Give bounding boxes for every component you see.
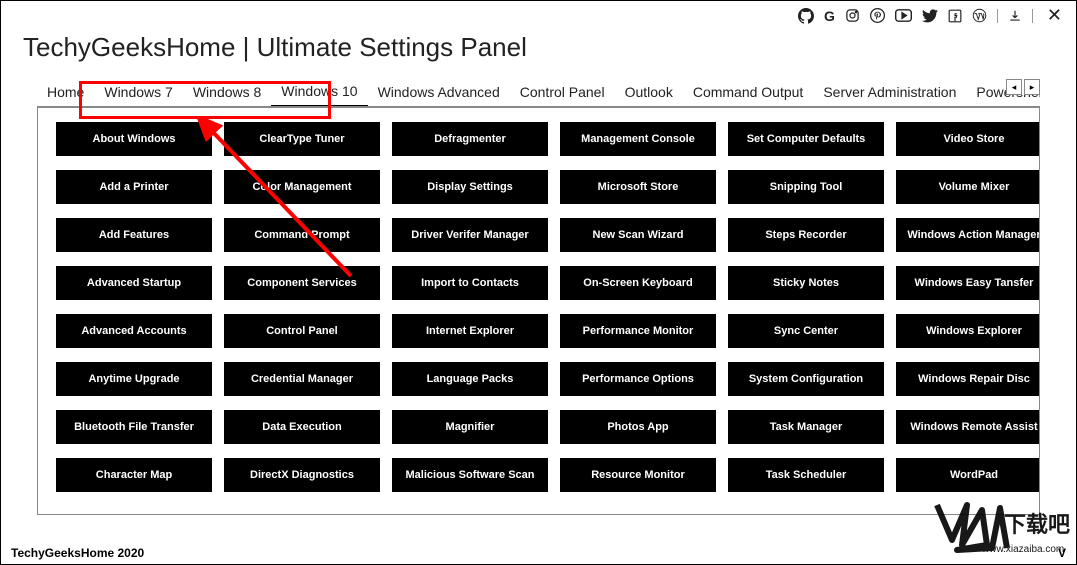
tile-microsoft-store[interactable]: Microsoft Store	[560, 170, 716, 204]
pinterest-icon[interactable]	[870, 8, 885, 23]
tile-cleartype-tuner[interactable]: ClearType Tuner	[224, 122, 380, 156]
tab-windows-8[interactable]: Windows 8	[183, 78, 271, 106]
tile-windows-action-manager[interactable]: Windows Action Manager	[896, 218, 1040, 252]
tab-windows-10[interactable]: Windows 10	[271, 77, 367, 107]
tab-scroll-right[interactable]: ▸	[1024, 79, 1040, 95]
tile-windows-easy-tansfer[interactable]: Windows Easy Tansfer	[896, 266, 1040, 300]
tile-add-a-printer[interactable]: Add a Printer	[56, 170, 212, 204]
youtube-icon[interactable]	[895, 9, 912, 22]
tile-on-screen-keyboard[interactable]: On-Screen Keyboard	[560, 266, 716, 300]
tile-defragmenter[interactable]: Defragmenter	[392, 122, 548, 156]
wordpress-icon[interactable]	[972, 8, 987, 23]
tile-language-packs[interactable]: Language Packs	[392, 362, 548, 396]
tile-internet-explorer[interactable]: Internet Explorer	[392, 314, 548, 348]
tile-magnifier[interactable]: Magnifier	[392, 410, 548, 444]
tile-wordpad[interactable]: WordPad	[896, 458, 1040, 492]
divider	[1032, 9, 1033, 23]
tile-windows-remote-assist[interactable]: Windows Remote Assist	[896, 410, 1040, 444]
content-panel: About Windows ClearType Tuner Defragmenter…	[37, 107, 1040, 515]
tile-snipping-tool[interactable]: Snipping Tool	[728, 170, 884, 204]
tab-home[interactable]: Home	[37, 78, 94, 106]
svg-text:下载吧: 下载吧	[1004, 512, 1070, 537]
tile-character-map[interactable]: Character Map	[56, 458, 212, 492]
tile-component-services[interactable]: Component Services	[224, 266, 380, 300]
tab-scroll-left[interactable]: ◂	[1006, 79, 1022, 95]
tab-outlook[interactable]: Outlook	[615, 78, 683, 106]
divider	[997, 9, 998, 23]
tile-credential-manager[interactable]: Credential Manager	[224, 362, 380, 396]
tile-grid: About Windows ClearType Tuner Defragmenter…	[56, 122, 1021, 492]
tab-windows-advanced[interactable]: Windows Advanced	[368, 78, 510, 106]
tile-about-windows[interactable]: About Windows	[56, 122, 212, 156]
tile-advanced-startup[interactable]: Advanced Startup	[56, 266, 212, 300]
tile-directx-diagnostics[interactable]: DirectX Diagnostics	[224, 458, 380, 492]
tile-task-manager[interactable]: Task Manager	[728, 410, 884, 444]
tab-control-panel[interactable]: Control Panel	[510, 78, 615, 106]
tab-scroll-buttons: ◂ ▸	[1006, 79, 1040, 95]
facebook-icon[interactable]	[948, 9, 962, 23]
instagram-icon[interactable]	[845, 8, 860, 23]
twitter-icon[interactable]	[922, 9, 938, 23]
tile-sticky-notes[interactable]: Sticky Notes	[728, 266, 884, 300]
tile-resource-monitor[interactable]: Resource Monitor	[560, 458, 716, 492]
tile-video-store[interactable]: Video Store	[896, 122, 1040, 156]
tile-system-configuration[interactable]: System Configuration	[728, 362, 884, 396]
tile-command-prompt[interactable]: Command Prompt	[224, 218, 380, 252]
tile-management-console[interactable]: Management Console	[560, 122, 716, 156]
tile-volume-mixer[interactable]: Volume Mixer	[896, 170, 1040, 204]
tile-control-panel[interactable]: Control Panel	[224, 314, 380, 348]
tile-bluetooth-file-transfer[interactable]: Bluetooth File Transfer	[56, 410, 212, 444]
tile-driver-verifer-manager[interactable]: Driver Verifer Manager	[392, 218, 548, 252]
close-icon[interactable]: ✕	[1043, 5, 1066, 26]
tile-new-scan-wizard[interactable]: New Scan Wizard	[560, 218, 716, 252]
github-icon[interactable]	[798, 8, 814, 24]
footer: TechyGeeksHome 2020 V	[11, 546, 1066, 560]
tab-command-output[interactable]: Command Output	[683, 78, 814, 106]
tile-color-management[interactable]: Color Management	[224, 170, 380, 204]
tile-sync-center[interactable]: Sync Center	[728, 314, 884, 348]
tile-add-features[interactable]: Add Features	[56, 218, 212, 252]
tile-windows-explorer[interactable]: Windows Explorer	[896, 314, 1040, 348]
app-title: TechyGeeksHome | Ultimate Settings Panel	[1, 26, 1076, 77]
tab-server-administration[interactable]: Server Administration	[813, 78, 966, 106]
tab-windows-7[interactable]: Windows 7	[94, 78, 182, 106]
tile-display-settings[interactable]: Display Settings	[392, 170, 548, 204]
footer-left: TechyGeeksHome 2020	[11, 546, 144, 560]
tab-strip: HomeWindows 7Windows 8Windows 10Windows …	[37, 77, 1040, 107]
top-icon-bar: G ✕	[1, 1, 1076, 26]
tile-task-scheduler[interactable]: Task Scheduler	[728, 458, 884, 492]
google-icon[interactable]: G	[824, 8, 835, 24]
tile-anytime-upgrade[interactable]: Anytime Upgrade	[56, 362, 212, 396]
tile-performance-options[interactable]: Performance Options	[560, 362, 716, 396]
tile-performance-monitor[interactable]: Performance Monitor	[560, 314, 716, 348]
tile-windows-repair-disc[interactable]: Windows Repair Disc	[896, 362, 1040, 396]
tile-data-execution[interactable]: Data Execution	[224, 410, 380, 444]
download-icon[interactable]	[1008, 9, 1022, 23]
tile-import-to-contacts[interactable]: Import to Contacts	[392, 266, 548, 300]
tile-malicious-software-scan[interactable]: Malicious Software Scan	[392, 458, 548, 492]
footer-right: V	[1058, 546, 1066, 560]
tile-photos-app[interactable]: Photos App	[560, 410, 716, 444]
tile-steps-recorder[interactable]: Steps Recorder	[728, 218, 884, 252]
tile-advanced-accounts[interactable]: Advanced Accounts	[56, 314, 212, 348]
tile-set-computer-defaults[interactable]: Set Computer Defaults	[728, 122, 884, 156]
